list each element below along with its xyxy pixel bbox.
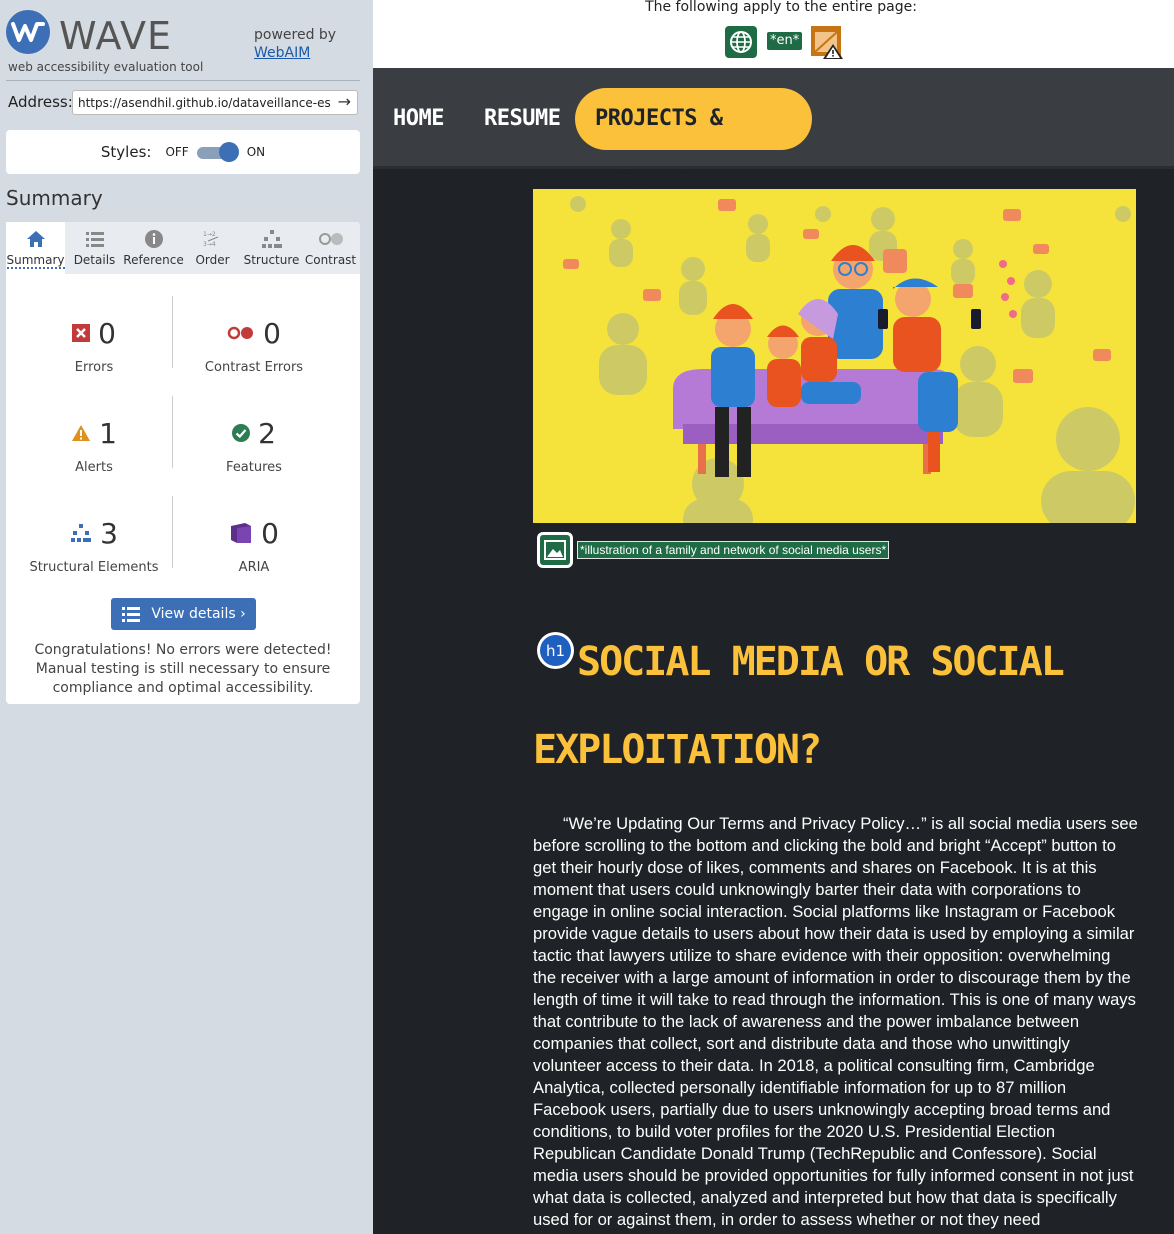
wave-sidebar: WAVE web accessibility evaluation tool p… <box>0 0 373 1234</box>
view-details-button[interactable]: View details › <box>111 598 256 630</box>
tab-label: Summary <box>6 253 65 269</box>
feature-icon <box>232 424 251 442</box>
tab-order[interactable]: 1→2 3→4 Order <box>183 222 242 274</box>
wave-logo-icon <box>6 10 50 54</box>
styles-label: Styles: <box>100 143 152 161</box>
aria-icon <box>231 523 252 543</box>
powered-by-text: powered by <box>254 27 337 43</box>
tab-summary[interactable]: Summary <box>6 222 65 274</box>
language-badge[interactable]: *en* <box>767 32 803 50</box>
tab-label: Order <box>195 253 230 267</box>
stat-label: ARIA <box>238 560 270 575</box>
stat-label: Contrast Errors <box>204 360 304 375</box>
tab-structure[interactable]: Structure <box>242 222 301 274</box>
list-icon <box>85 228 105 250</box>
stat-contrast-errors[interactable]: 0 Contrast Errors <box>174 316 334 376</box>
tab-label: Details <box>73 253 116 267</box>
nav-resume[interactable]: RESUME <box>484 88 561 150</box>
wave-logo-text: WAVE <box>59 14 173 58</box>
styles-toggle[interactable] <box>196 142 239 162</box>
address-input[interactable]: https://asendhil.github.io/dataveillance… <box>78 96 330 110</box>
contrast-icon <box>318 228 344 250</box>
contrast-error-icon <box>227 326 254 340</box>
divider <box>6 80 360 81</box>
nav-home[interactable]: HOME <box>393 88 444 150</box>
svg-text:3→4: 3→4 <box>203 241 216 248</box>
alt-text-image-icon[interactable] <box>537 532 573 568</box>
page-title-alert-icon[interactable] <box>809 24 845 60</box>
tab-label: Structure <box>243 253 300 267</box>
structural-icon <box>71 524 92 542</box>
home-icon <box>26 228 46 250</box>
nav-projects-research[interactable]: PROJECTS & RESEARCH <box>575 88 812 193</box>
stat-value: 0 <box>261 516 279 550</box>
alt-text-annotation: *illustration of a family and network of… <box>537 532 890 568</box>
page-title: SOCIAL MEDIA OR SOCIAL EXPLOITATION? <box>533 639 1065 773</box>
family-network-illustration <box>563 196 1135 523</box>
webaim-link[interactable]: WebAIM <box>254 44 336 62</box>
stat-structural[interactable]: 3 Structural Elements <box>14 516 174 576</box>
tab-contrast[interactable]: Contrast <box>301 222 360 274</box>
list-icon <box>122 607 141 622</box>
address-field[interactable]: https://asendhil.github.io/dataveillance… <box>72 90 358 115</box>
page-level-text: The following apply to the entire page: <box>645 0 917 15</box>
image-caption: *illustration of a family and network of… <box>577 541 890 559</box>
svg-text:1→2: 1→2 <box>203 231 216 238</box>
stat-value: 3 <box>100 516 118 550</box>
stat-label: Alerts <box>75 460 113 475</box>
error-icon <box>72 324 91 342</box>
stat-aria[interactable]: 0 ARIA <box>174 516 334 575</box>
tab-label: Reference <box>123 253 184 267</box>
stat-label: Features <box>226 460 282 475</box>
arrow-right-icon[interactable]: → <box>338 92 351 111</box>
address-label: Address: <box>8 93 73 111</box>
tab-bar: Summary Details Reference 1→23→4 Order <box>6 222 360 274</box>
divider <box>172 496 173 568</box>
stat-value: 2 <box>258 416 276 450</box>
article-paragraph: “We’re Updating Our Terms and Privacy Po… <box>533 814 1138 1229</box>
tab-details[interactable]: Details <box>65 222 124 274</box>
summary-panel: Summary Details Reference 1→23→4 Order <box>6 222 360 704</box>
stat-errors[interactable]: 0 Errors <box>14 316 174 375</box>
summary-heading: Summary <box>6 186 103 210</box>
alert-icon <box>72 425 91 441</box>
structure-icon <box>261 228 283 250</box>
stat-alerts[interactable]: 1 Alerts <box>14 416 174 475</box>
stat-value: 1 <box>99 416 117 450</box>
styles-toggle-panel: Styles: OFF ON <box>6 130 360 174</box>
styles-off-label: OFF <box>165 145 189 159</box>
divider <box>172 396 173 468</box>
congrats-message: Congratulations! No errors were detected… <box>34 642 332 696</box>
stat-features[interactable]: 2 Features <box>174 416 334 476</box>
order-icon: 1→2 3→4 <box>202 228 224 250</box>
toggle-knob <box>218 142 239 162</box>
globe-icon[interactable] <box>725 26 757 58</box>
styles-on-label: ON <box>246 145 266 159</box>
stat-label: Errors <box>74 360 114 375</box>
site-navigation: HOME RESUME PROJECTS & RESEARCH <box>373 68 1174 193</box>
stat-value: 0 <box>263 316 281 350</box>
page-level-bar: The following apply to the entire page: … <box>373 0 1174 68</box>
hero-illustration <box>533 189 1136 523</box>
divider <box>172 296 173 368</box>
powered-by: powered by WebAIM <box>254 26 336 62</box>
info-icon <box>144 228 164 250</box>
tab-reference[interactable]: Reference <box>123 222 184 274</box>
wave-tagline: web accessibility evaluation tool <box>8 60 204 74</box>
stat-label: Structural Elements <box>29 560 159 575</box>
view-details-label: View details › <box>151 606 246 622</box>
stat-value: 0 <box>98 316 116 350</box>
tab-label: Contrast <box>304 253 357 267</box>
